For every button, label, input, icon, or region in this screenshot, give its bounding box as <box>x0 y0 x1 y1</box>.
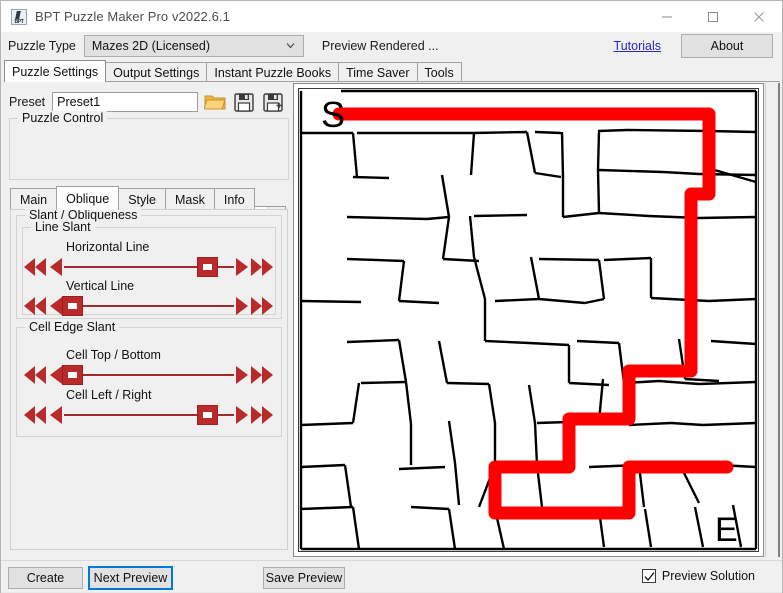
slider-horizontal-line[interactable]: Horizontal Line <box>22 240 276 278</box>
slider-horizontal-line-track-area[interactable] <box>22 256 276 278</box>
close-icon[interactable] <box>736 1 782 32</box>
chevron-left-icon[interactable] <box>47 295 63 317</box>
slider-cell-top-bottom-track-area[interactable] <box>22 364 276 386</box>
slider-cell-left-right[interactable]: Cell Left / Right <box>22 388 276 426</box>
folder-open-icon[interactable] <box>203 90 227 114</box>
slider-vertical-line-track-area[interactable] <box>22 295 276 317</box>
maze-end-label: E <box>715 511 738 549</box>
slider-vertical-line-label: Vertical Line <box>66 279 135 293</box>
subtab-style[interactable]: Style <box>118 188 166 210</box>
floppy-save-as-icon[interactable] <box>261 90 285 114</box>
maze-preview-panel[interactable]: S E <box>293 83 764 557</box>
maze-preview-canvas[interactable]: S E <box>298 88 759 552</box>
window-title: BPT Puzzle Maker Pro v2022.6.1 <box>35 9 230 24</box>
about-button[interactable]: About <box>681 34 773 58</box>
preview-solution-label: Preview Solution <box>661 569 755 583</box>
tutorials-link[interactable]: Tutorials <box>614 39 661 53</box>
tab-tools[interactable]: Tools <box>416 62 462 82</box>
tab-time-saver[interactable]: Time Saver <box>338 62 418 82</box>
subtab-info[interactable]: Info <box>213 188 255 210</box>
slider-cell-left-right-thumb[interactable] <box>197 405 218 425</box>
chevron-down-icon <box>286 41 295 50</box>
next-preview-button[interactable]: Next Preview <box>88 566 173 590</box>
slider-vertical-line[interactable]: Vertical Line <box>22 279 276 317</box>
maximize-icon[interactable] <box>690 1 736 32</box>
title-bar: BPT Puzzle Maker Pro v2022.6.1 <box>1 1 782 32</box>
double-chevron-left-icon[interactable] <box>22 364 48 386</box>
maze-start-label: S <box>321 94 345 135</box>
double-chevron-right-icon[interactable] <box>250 404 276 426</box>
double-chevron-left-icon[interactable] <box>22 256 48 278</box>
subtab-main[interactable]: Main <box>10 188 58 210</box>
puzzle-type-label: Puzzle Type <box>8 39 76 53</box>
puzzle-type-select[interactable]: Mazes 2D (Licensed) <box>83 35 304 57</box>
chevron-left-icon[interactable] <box>47 256 63 278</box>
preset-label: Preset <box>9 95 46 109</box>
window-controls <box>644 1 782 32</box>
minimize-icon[interactable] <box>644 1 690 32</box>
slider-horizontal-line-label: Horizontal Line <box>66 240 150 254</box>
slider-cell-top-bottom-label: Cell Top / Bottom <box>66 348 161 362</box>
oblique-sub-tab-bar: Main Oblique Style Mask Info <box>10 186 288 210</box>
cell-edge-slant-group-label: Cell Edge Slant <box>25 320 120 334</box>
save-preview-button[interactable]: Save Preview <box>263 567 345 589</box>
tab-output-settings[interactable]: Output Settings <box>105 62 208 82</box>
floppy-save-icon[interactable] <box>232 90 256 114</box>
puzzle-type-value: Mazes 2D (Licensed) <box>91 39 210 53</box>
bpt-app-icon <box>11 8 27 25</box>
application-window: BPT Puzzle Maker Pro v2022.6.1 Puzzle Ty… <box>0 0 783 593</box>
subtab-oblique[interactable]: Oblique <box>56 186 120 210</box>
slider-cell-left-right-label: Cell Left / Right <box>66 388 152 402</box>
tab-puzzle-settings[interactable]: Puzzle Settings <box>4 60 107 82</box>
puzzle-settings-panel: Preset Preset1 Puzzle Control Main Obliq… <box>4 82 291 557</box>
bottom-action-bar: Create Next Preview Save Preview Preview… <box>1 560 782 593</box>
preset-input[interactable] <box>52 92 199 112</box>
preview-solution-checkbox-row[interactable]: Preview Solution <box>641 569 755 583</box>
chevron-right-icon[interactable] <box>235 364 251 386</box>
tab-instant-puzzle-books[interactable]: Instant Puzzle Books <box>206 62 340 82</box>
double-chevron-left-icon[interactable] <box>22 404 48 426</box>
puzzle-type-row: Puzzle Type Mazes 2D (Licensed) Preview … <box>1 33 782 59</box>
check-icon <box>644 572 655 582</box>
chevron-right-icon[interactable] <box>235 404 251 426</box>
chevron-right-icon[interactable] <box>235 256 251 278</box>
chevron-right-icon[interactable] <box>235 295 251 317</box>
create-button[interactable]: Create <box>8 567 83 589</box>
slider-vertical-line-track[interactable] <box>64 305 234 307</box>
chevron-left-icon[interactable] <box>47 404 63 426</box>
main-tab-bar: Puzzle Settings Output Settings Instant … <box>4 60 780 82</box>
slider-cell-top-bottom-track[interactable] <box>64 374 234 376</box>
subtab-mask[interactable]: Mask <box>164 188 215 210</box>
slider-cell-left-right-track-area[interactable] <box>22 404 276 426</box>
line-slant-group-label: Line Slant <box>31 220 95 234</box>
chevron-left-icon[interactable] <box>47 364 63 386</box>
puzzle-control-group: Puzzle Control <box>9 111 289 180</box>
double-chevron-right-icon[interactable] <box>250 256 276 278</box>
preview-solution-checkbox[interactable] <box>641 569 656 583</box>
double-chevron-right-icon[interactable] <box>250 364 276 386</box>
slider-cell-top-bottom[interactable]: Cell Top / Bottom <box>22 348 276 386</box>
preview-status-text: Preview Rendered ... <box>321 39 439 53</box>
slider-vertical-line-thumb[interactable] <box>62 296 83 316</box>
double-chevron-left-icon[interactable] <box>22 295 48 317</box>
slider-cell-top-bottom-thumb[interactable] <box>62 365 83 385</box>
double-chevron-right-icon[interactable] <box>250 295 276 317</box>
maze-svg: S E <box>299 89 758 551</box>
puzzle-control-group-label: Puzzle Control <box>18 111 108 125</box>
preview-right-edge <box>778 83 780 557</box>
slider-horizontal-line-thumb[interactable] <box>197 257 218 277</box>
